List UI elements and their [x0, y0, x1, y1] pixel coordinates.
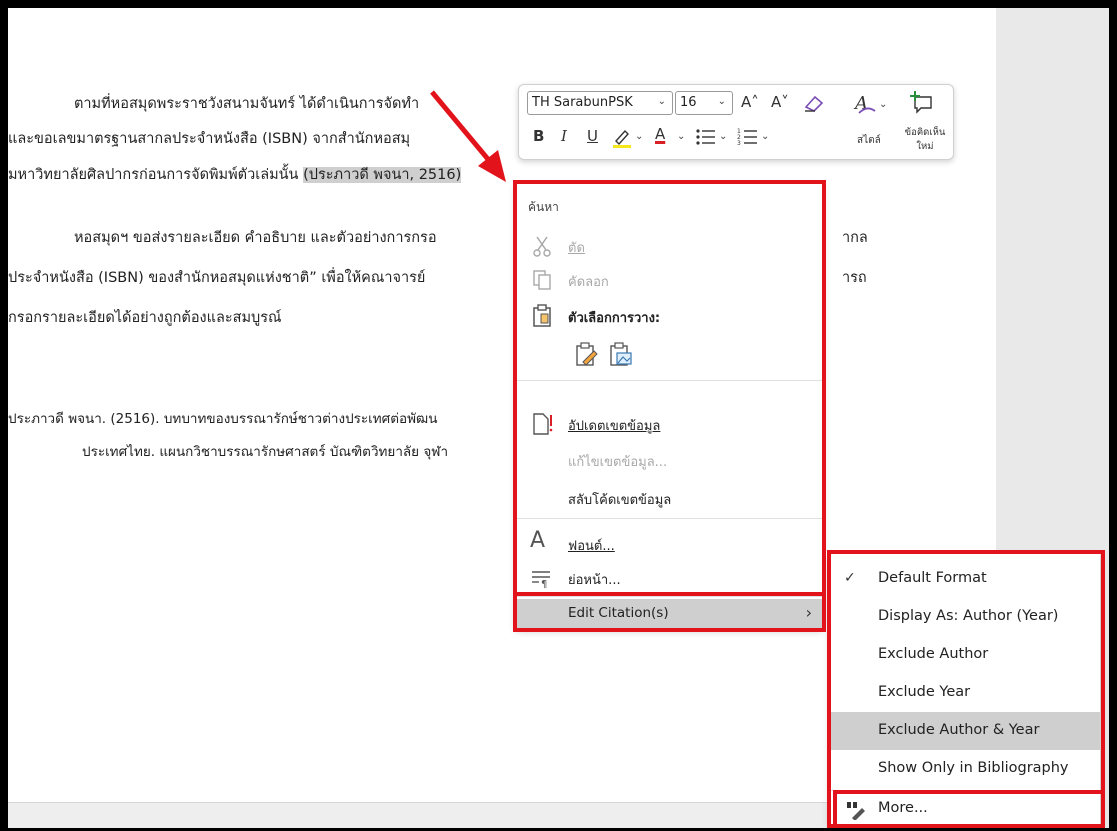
reference-line-2: ประเทศไทย. แผนกวิชาบรรณารักษศาสตร์ บัณฑิ… — [82, 444, 449, 460]
chevron-down-icon[interactable]: ⌄ — [719, 131, 727, 142]
font-name-dropdown[interactable]: TH SarabunPSK ⌄ — [527, 91, 673, 115]
chevron-right-icon: › — [805, 603, 812, 622]
svg-text:3: 3 — [737, 140, 741, 147]
new-comment-icon[interactable] — [909, 91, 935, 115]
paragraph-1-line-3: มหาวิทยาลัยศิลปากรก่อนการจัดพิมพ์ตัวเล่ม… — [8, 163, 462, 186]
paragraph-2-line-2-tail: ารถ — [842, 270, 867, 286]
clipboard-icon — [533, 304, 551, 327]
submenu-item-show-only-bibliography[interactable]: Show Only in Bibliography — [830, 750, 1100, 788]
update-field-icon — [533, 413, 553, 435]
submenu-item-more[interactable]: More... — [830, 792, 1100, 826]
menu-item-edit-citations[interactable]: Edit Citation(s) › — [516, 599, 822, 628]
reference-line-1: ประภาวดี พจนา. (2516). บทบาทของบรรณารักษ… — [8, 411, 438, 427]
submenu-item-label: More... — [878, 800, 928, 816]
menu-item-label: ฟอนต์... — [568, 539, 615, 554]
new-comment-label-2[interactable]: ใหม่ — [903, 139, 947, 154]
submenu-item-label: Show Only in Bibliography — [878, 760, 1069, 776]
menu-item-paste-options: ตัวเลือกการวาง: — [516, 300, 822, 332]
context-menu: ค้นหา ตัด คัดลอก ตัวเลือกการวาง: อัปเดตเ… — [516, 184, 822, 628]
paste-keep-formatting-icon[interactable] — [574, 342, 600, 368]
menu-item-label: Edit Citation(s) — [568, 605, 669, 621]
highlighter-icon[interactable] — [611, 127, 633, 149]
paragraph-1-line-2: และขอเลขมาตรฐานสากลประจำหนังสือ (ISBN) จ… — [8, 131, 411, 147]
bullets-icon[interactable] — [695, 127, 717, 147]
italic-button[interactable]: I — [561, 127, 567, 145]
chevron-down-icon[interactable]: ⌄ — [879, 99, 887, 110]
submenu-item-label: Exclude Author — [878, 646, 989, 662]
submenu-item-label: Display As: Author (Year) — [878, 608, 1059, 624]
submenu-item-default-format[interactable]: ✓ Default Format — [830, 560, 1100, 598]
chevron-down-icon[interactable]: ⌄ — [677, 131, 685, 142]
submenu-item-exclude-author[interactable]: Exclude Author — [830, 636, 1100, 674]
menu-item-label: อัปเดตเขตข้อมูล — [568, 419, 661, 434]
word-window: ตามที่หอสมุดพระราชวังสนามจันทร์ ได้ดำเนิ… — [8, 8, 1109, 828]
chevron-down-icon[interactable]: ⌄ — [635, 131, 643, 142]
submenu-item-label: Exclude Author & Year — [878, 722, 1040, 738]
menu-item-edit-field[interactable]: แก้ไขเขตข้อมูล... — [516, 444, 822, 476]
font-name-value: TH SarabunPSK — [532, 95, 633, 110]
new-comment-label-1[interactable]: ข้อคิดเห็น — [903, 125, 947, 140]
chevron-down-icon: ⌄ — [717, 96, 726, 107]
font-size-value: 16 — [680, 95, 697, 110]
shrink-font-button[interactable]: A˅ — [771, 93, 789, 111]
paragraph-2-line-1-tail: ากล — [842, 230, 868, 246]
submenu-item-label: Exclude Year — [878, 684, 971, 700]
menu-separator — [516, 518, 822, 519]
font-size-dropdown[interactable]: 16 ⌄ — [675, 91, 733, 115]
annotation-arrow — [430, 90, 506, 182]
menu-item-font[interactable]: A ฟอนต์... — [516, 528, 822, 560]
menu-search-box[interactable]: ค้นหา — [528, 198, 559, 217]
copy-icon — [533, 270, 551, 290]
chevron-down-icon: ⌄ — [657, 96, 666, 107]
paragraph-2-line-2: ประจำหนังสือ (ISBN) ของสำนักหอสมุดแห่งชา… — [8, 270, 426, 286]
paragraph-2-line-3: กรอกรายละเอียดได้อย่างถูกต้องและสมบูรณ์ — [8, 310, 282, 326]
menu-item-update-field[interactable]: อัปเดตเขตข้อมูล — [516, 408, 822, 440]
font-color-button[interactable]: A — [655, 125, 665, 143]
menu-item-label: ย่อหน้า... — [568, 573, 621, 588]
submenu-item-display-as[interactable]: Display As: Author (Year) — [830, 598, 1100, 636]
chevron-down-icon[interactable]: ⌄ — [761, 131, 769, 142]
menu-item-label: ตัด — [568, 241, 585, 256]
line-3-text: มหาวิทยาลัยศิลปากรก่อนการจัดพิมพ์ตัวเล่ม… — [8, 167, 304, 183]
menu-item-label: ตัวเลือกการวาง: — [568, 311, 661, 326]
styles-icon[interactable]: A — [853, 91, 879, 117]
paragraph-1-line-1: ตามที่หอสมุดพระราชวังสนามจันทร์ ได้ดำเนิ… — [74, 96, 420, 112]
submenu-item-label: Default Format — [878, 570, 987, 586]
edit-more-icon — [847, 802, 865, 820]
paste-picture-icon[interactable] — [608, 342, 634, 368]
clear-formatting-icon[interactable] — [803, 93, 825, 113]
menu-item-copy[interactable]: คัดลอก — [516, 264, 822, 296]
edit-citation-submenu: ✓ Default Format Display As: Author (Yea… — [830, 554, 1100, 828]
menu-item-toggle-field-codes[interactable]: สลับโค้ดเขตข้อมูล — [516, 482, 822, 514]
menu-item-paragraph[interactable]: ¶ ย่อหน้า... — [516, 562, 822, 594]
styles-label[interactable]: สไตล์ — [857, 133, 881, 148]
menu-item-label: แก้ไขเขตข้อมูล... — [568, 455, 668, 470]
menu-item-label: คัดลอก — [568, 275, 609, 290]
numbering-icon[interactable]: 1 2 3 — [737, 127, 759, 147]
menu-separator — [516, 380, 822, 381]
paragraph-icon: ¶ — [532, 571, 550, 590]
scissors-icon — [533, 236, 551, 257]
menu-separator — [516, 596, 822, 597]
mini-toolbar: TH SarabunPSK ⌄ 16 ⌄ A˄ A˅ A ⌄ B I U ⌄ A… — [518, 84, 954, 160]
submenu-item-exclude-year[interactable]: Exclude Year — [830, 674, 1100, 712]
paragraph-2-line-1: หอสมุดฯ ขอส่งรายละเอียด คำอธิบาย และตัวอ… — [74, 230, 437, 246]
menu-item-label: สลับโค้ดเขตข้อมูล — [568, 493, 672, 508]
font-icon: A — [530, 528, 546, 553]
menu-item-cut[interactable]: ตัด — [516, 230, 822, 262]
check-icon: ✓ — [844, 570, 856, 586]
bold-button[interactable]: B — [533, 127, 544, 145]
svg-text:¶: ¶ — [541, 579, 547, 590]
submenu-item-exclude-author-year[interactable]: Exclude Author & Year — [830, 712, 1100, 750]
menu-separator — [830, 790, 1100, 791]
underline-button[interactable]: U — [587, 127, 598, 145]
grow-font-button[interactable]: A˄ — [741, 93, 759, 111]
